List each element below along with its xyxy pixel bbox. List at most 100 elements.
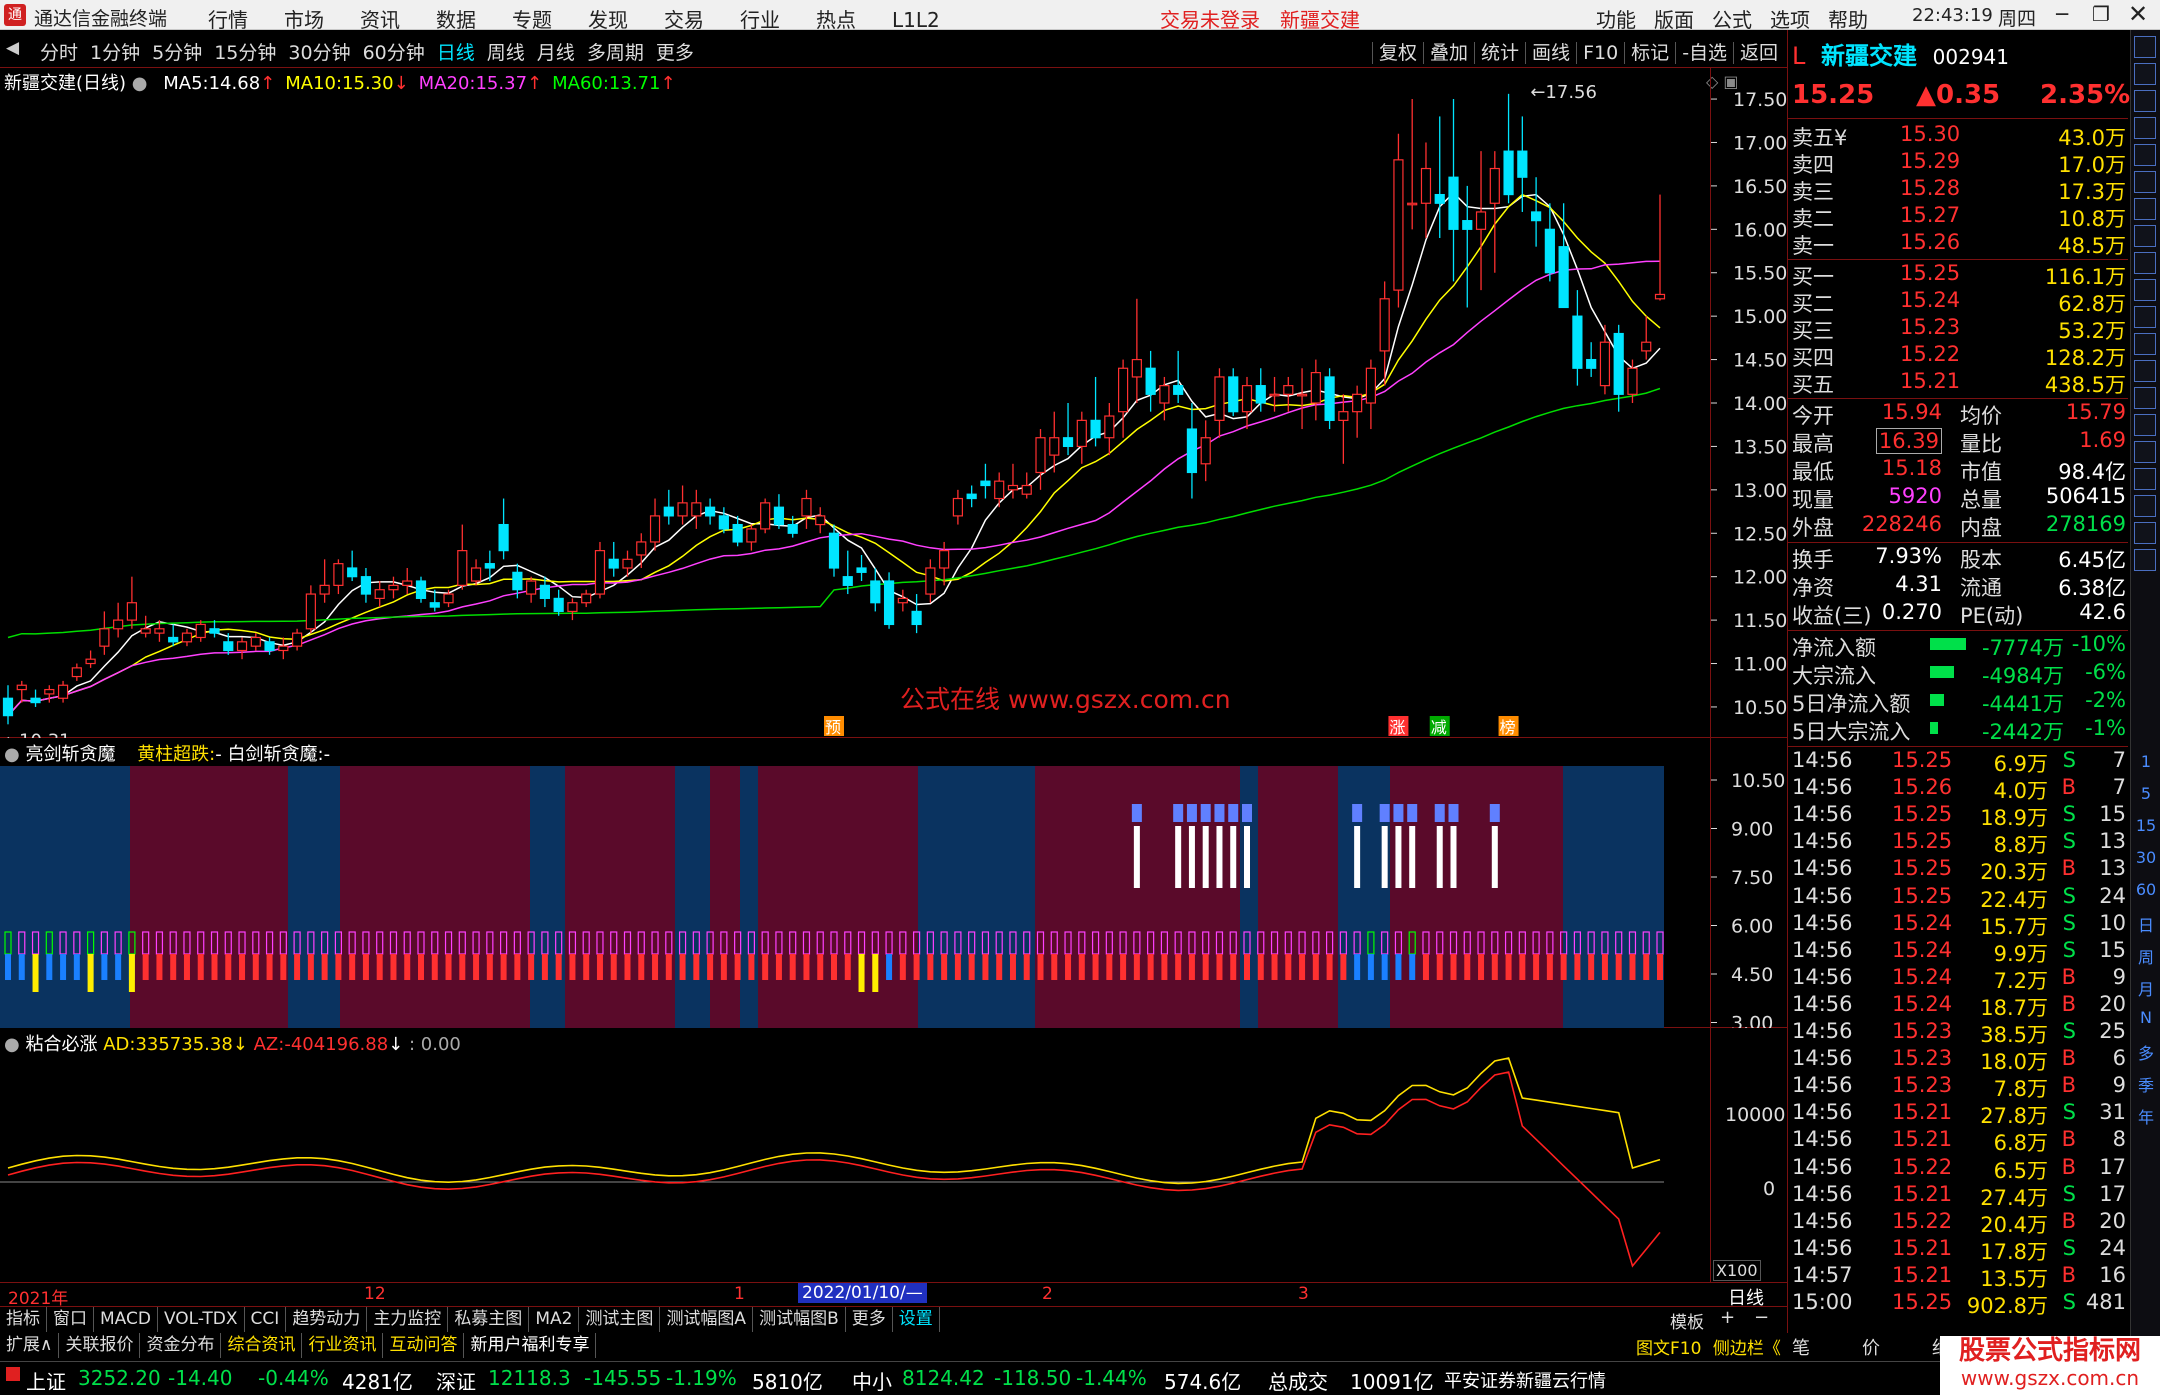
close-icon[interactable]: ✕: [2128, 0, 2148, 28]
indicator-tab[interactable]: 私募主图: [448, 1307, 530, 1332]
tool-button[interactable]: F10: [1576, 42, 1619, 64]
template-button[interactable]: 模板: [1670, 1308, 1704, 1333]
tool-icon[interactable]: [2134, 333, 2156, 355]
tool-icon[interactable]: [2134, 495, 2156, 517]
settings-icon[interactable]: ●: [4, 744, 20, 765]
info-tab[interactable]: 新用户福利专享: [464, 1333, 597, 1358]
menu-item[interactable]: 帮助: [1828, 8, 1868, 32]
tool-button[interactable]: 叠加: [1423, 42, 1469, 64]
menu-item[interactable]: 资讯: [360, 8, 400, 32]
tool-button[interactable]: 返回: [1733, 42, 1779, 64]
candlestick-chart[interactable]: ←17.56 ←10.31 预 涨 减 榜: [0, 68, 1710, 738]
indicator-tab[interactable]: 测试主图: [579, 1307, 661, 1332]
side-tabs[interactable]: 图文F10 侧边栏《: [1636, 1334, 1781, 1359]
tool-button[interactable]: 复权: [1372, 42, 1418, 64]
info-tab[interactable]: 综合资讯: [221, 1333, 303, 1358]
f10-tab[interactable]: 图文F10: [1636, 1339, 1701, 1359]
period-side-icon[interactable]: 15: [2135, 816, 2157, 835]
tool-button[interactable]: -自选: [1675, 42, 1728, 64]
indicator2-panel[interactable]: ● 粘合必涨 AD:335735.38↓ AZ:-404196.88↓ : 0.…: [0, 1028, 1787, 1283]
menu-item[interactable]: 热点: [816, 8, 856, 32]
menu-item[interactable]: 数据: [436, 8, 476, 32]
tool-icon[interactable]: [2134, 387, 2156, 409]
period-tab[interactable]: 分时: [40, 42, 78, 64]
chart-tools[interactable]: 复权 叠加 统计 画线 F10 标记 -自选 返回: [1372, 38, 1784, 65]
tool-icon[interactable]: [2134, 90, 2156, 112]
menu-item[interactable]: 行业: [740, 8, 780, 32]
menu-item[interactable]: 交易: [664, 8, 704, 32]
period-tab[interactable]: 1分钟: [90, 42, 140, 64]
info-tab[interactable]: 扩展∧: [0, 1333, 60, 1358]
indicator2-chart[interactable]: [0, 1028, 1710, 1283]
tool-icon[interactable]: [2134, 171, 2156, 193]
tool-icon[interactable]: [2134, 144, 2156, 166]
tool-icon[interactable]: [2134, 198, 2156, 220]
period-tab[interactable]: 多周期: [587, 42, 644, 64]
tool-icon[interactable]: [2134, 522, 2156, 544]
period-tabs[interactable]: 分时 1分钟 5分钟 15分钟 30分钟 60分钟 日线 周线 月线 多周期 更多: [40, 38, 706, 65]
tool-icon[interactable]: [2134, 279, 2156, 301]
indicator-tab[interactable]: 测试幅图A: [660, 1307, 754, 1332]
period-side-icon[interactable]: 多: [2135, 1040, 2157, 1064]
info-tab[interactable]: 资金分布: [140, 1333, 222, 1358]
period-tab[interactable]: 60分钟: [363, 42, 425, 64]
menu-item[interactable]: 行情: [208, 8, 248, 32]
period-side-icon[interactable]: 季: [2135, 1072, 2157, 1096]
menu-item[interactable]: 版面: [1654, 8, 1694, 32]
menu-item[interactable]: 市场: [284, 8, 324, 32]
indicator-tab[interactable]: 设置: [893, 1307, 940, 1332]
login-status[interactable]: 交易未登录: [1160, 4, 1260, 33]
ask-price[interactable]: 15.29: [1900, 149, 1960, 173]
add-icon[interactable]: +: [1720, 1307, 1735, 1328]
tool-icon[interactable]: [2134, 306, 2156, 328]
period-side-icon[interactable]: 5: [2135, 784, 2157, 803]
period-tab[interactable]: 日线: [437, 42, 475, 64]
indicator-tab[interactable]: 更多: [846, 1307, 893, 1332]
restore-icon[interactable]: ❐: [2092, 2, 2110, 26]
tool-icon[interactable]: [2134, 468, 2156, 490]
tool-icon[interactable]: [2134, 549, 2156, 571]
period-tab[interactable]: 5分钟: [152, 42, 202, 64]
tool-icon[interactable]: [2134, 117, 2156, 139]
menu-item[interactable]: 选项: [1770, 8, 1810, 32]
quote-tab[interactable]: 价: [1862, 1338, 1880, 1359]
indicator1-chart[interactable]: [0, 766, 1710, 1028]
right-menu[interactable]: 功能 版面 公式 选项 帮助: [1596, 4, 1886, 33]
period-side-icon[interactable]: 周: [2135, 944, 2157, 968]
main-chart-panel[interactable]: 新疆交建(日线) ● MA5:14.68↑ MA10:15.30↓ MA20:15.…: [0, 68, 1787, 738]
menu-item[interactable]: 发现: [588, 8, 628, 32]
period-tab[interactable]: 30分钟: [288, 42, 350, 64]
period-side-icon[interactable]: 月: [2135, 976, 2157, 1000]
period-side-icon[interactable]: N: [2135, 1008, 2157, 1027]
indicator-tab[interactable]: CCI: [245, 1307, 287, 1332]
period-tab[interactable]: 15分钟: [214, 42, 276, 64]
tool-icon[interactable]: [2134, 63, 2156, 85]
indicator-tab[interactable]: VOL-TDX: [158, 1307, 245, 1332]
bid-price[interactable]: 15.25: [1900, 261, 1960, 285]
tool-icon[interactable]: [2134, 225, 2156, 247]
info-tab[interactable]: 行业资讯: [302, 1333, 384, 1358]
indicator-tab[interactable]: 测试幅图B: [753, 1307, 846, 1332]
period-tab[interactable]: 周线: [487, 42, 525, 64]
info-tab[interactable]: 互动问答: [383, 1333, 465, 1358]
bid-price[interactable]: 15.21: [1900, 369, 1960, 393]
indicator-tab[interactable]: 指标: [0, 1307, 47, 1332]
info-tab[interactable]: 关联报价: [59, 1333, 141, 1358]
period-side-icon[interactable]: 年: [2135, 1104, 2157, 1128]
bid-price[interactable]: 15.22: [1900, 342, 1960, 366]
bid-price[interactable]: 15.24: [1900, 288, 1960, 312]
minus-icon[interactable]: −: [1754, 1307, 1769, 1328]
tool-icon[interactable]: [2134, 414, 2156, 436]
tool-icon[interactable]: [2134, 252, 2156, 274]
period-side-icon[interactable]: 日: [2135, 912, 2157, 936]
period-tab[interactable]: 更多: [656, 42, 694, 64]
indicator-tab[interactable]: MACD: [94, 1307, 158, 1332]
tool-icon[interactable]: [2134, 36, 2156, 58]
ask-price[interactable]: 15.30: [1900, 122, 1960, 146]
sidebar-tab[interactable]: 侧边栏《: [1713, 1339, 1781, 1359]
menu-item[interactable]: L1L2: [892, 8, 940, 32]
ask-price[interactable]: 15.26: [1900, 230, 1960, 254]
main-menu[interactable]: 行情 市场 资讯 数据 专题 发现 交易 行业 热点 L1L2: [208, 4, 976, 33]
indicator-tab[interactable]: 主力监控: [367, 1307, 449, 1332]
ask-price[interactable]: 15.28: [1900, 176, 1960, 200]
